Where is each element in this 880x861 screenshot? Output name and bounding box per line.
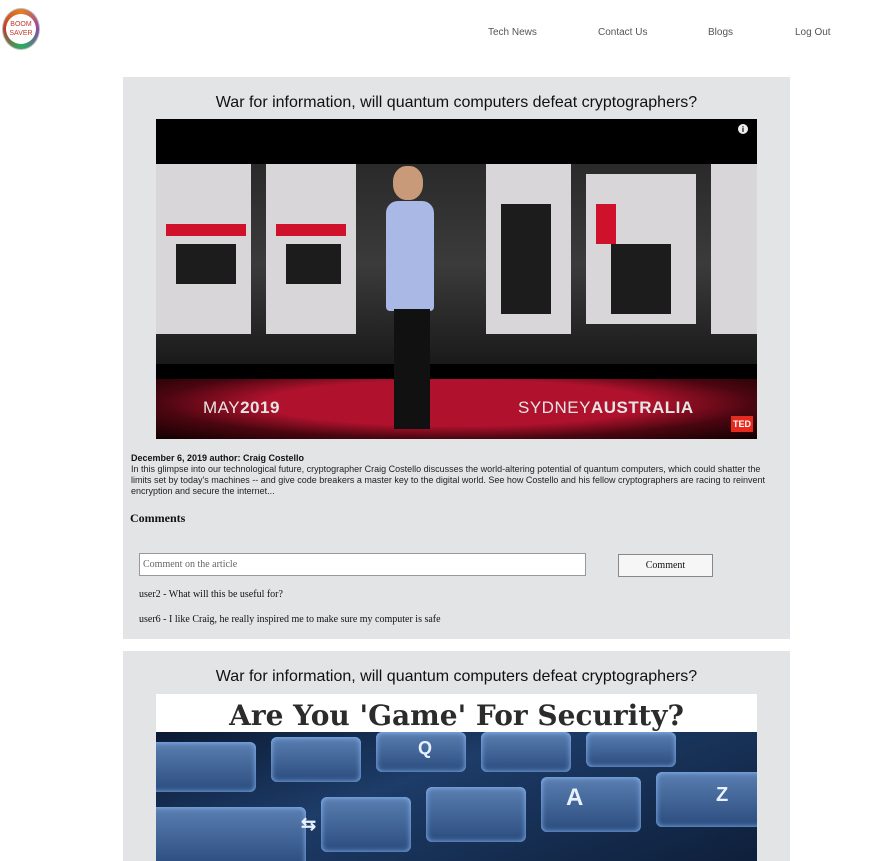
article-title: War for information, will quantum comput…: [215, 668, 698, 685]
image-caption: Are You 'Game' For Security?: [229, 699, 684, 732]
stage-backdrop: [156, 164, 757, 364]
nav-log-out[interactable]: Log Out: [795, 27, 831, 38]
ted-badge: TED: [731, 416, 753, 432]
article-title: War for information, will quantum comput…: [215, 94, 698, 111]
video-player[interactable]: MAY2019 SYDNEYAUSTRALIA TED i: [156, 119, 757, 439]
article-card: War for information, will quantum comput…: [123, 651, 790, 861]
speaker-image: [393, 166, 423, 200]
info-icon[interactable]: i: [738, 124, 748, 134]
logo-line1: BOOM: [10, 21, 32, 28]
comment-input[interactable]: [139, 553, 586, 576]
video-date-overlay: MAY2019: [203, 398, 280, 417]
nav-contact-us[interactable]: Contact Us: [598, 27, 647, 38]
comments-heading: Comments: [130, 511, 186, 525]
video-location-overlay: SYDNEYAUSTRALIA: [518, 398, 694, 417]
comment-item: user2 - What will this be useful for?: [139, 589, 283, 600]
logo-line2: SAVER: [9, 30, 33, 37]
nav-tech-news[interactable]: Tech News: [488, 27, 537, 38]
keyboard-photo: A Q ⇆ Z: [156, 732, 757, 861]
article-description: In this glimpse into our technological f…: [131, 464, 766, 496]
comment-button[interactable]: Comment: [618, 554, 713, 577]
article-card: War for information, will quantum comput…: [123, 77, 790, 639]
nav-blogs[interactable]: Blogs: [708, 27, 733, 38]
article-image: Are You 'Game' For Security? A Q ⇆ Z: [156, 694, 757, 861]
article-meta: December 6, 2019 author: Craig Costello: [131, 453, 305, 463]
comment-item: user6 - I like Craig, he really inspired…: [139, 614, 441, 625]
logo[interactable]: BOOM SAVER: [2, 8, 40, 50]
